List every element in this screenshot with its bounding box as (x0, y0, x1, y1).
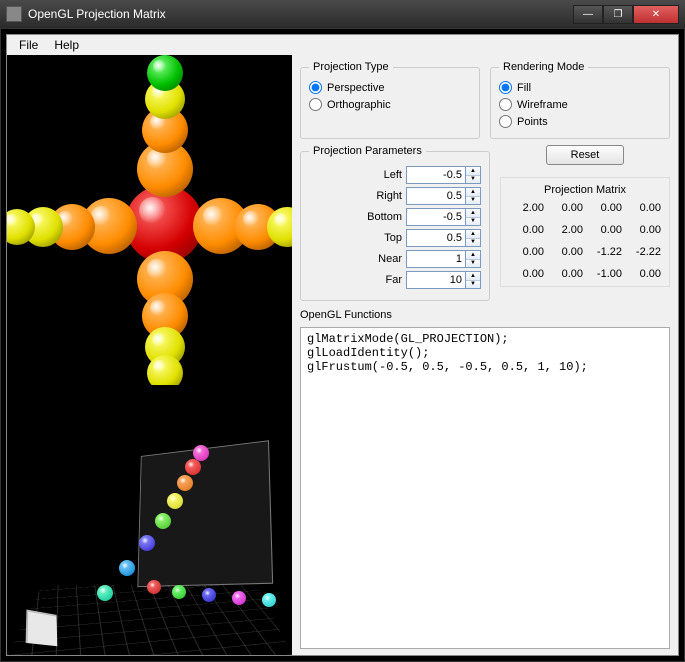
functions-text[interactable]: glMatrixMode(GL_PROJECTION); glLoadIdent… (300, 327, 670, 649)
spin-down-icon[interactable]: ▼ (466, 281, 480, 289)
rendering-mode-legend: Rendering Mode (499, 61, 588, 73)
corner-cube-icon (26, 609, 58, 646)
input-far[interactable] (406, 271, 466, 289)
spin-down-icon[interactable]: ▼ (466, 239, 480, 247)
functions-label: OpenGL Functions (300, 309, 670, 321)
input-bottom[interactable] (406, 208, 466, 226)
label-fill: Fill (517, 82, 531, 94)
label-top: Top (352, 232, 402, 244)
spin-up-icon[interactable]: ▲ (466, 167, 480, 176)
spin-up-icon[interactable]: ▲ (466, 188, 480, 197)
spin-up-icon[interactable]: ▲ (466, 251, 480, 260)
matrix-cell: 0.00 (587, 224, 622, 236)
matrix-title: Projection Matrix (503, 184, 667, 196)
radio-perspective[interactable] (309, 81, 322, 94)
projection-type-legend: Projection Type (309, 61, 393, 73)
matrix-cell: 2.00 (548, 224, 583, 236)
input-left[interactable] (406, 166, 466, 184)
titlebar: OpenGL Projection Matrix — ❐ ✕ (0, 0, 685, 28)
label-wireframe: Wireframe (517, 99, 568, 111)
input-top[interactable] (406, 229, 466, 247)
spin-down-icon[interactable]: ▼ (466, 197, 480, 205)
matrix-cell: 0.00 (548, 246, 583, 258)
spin-down-icon[interactable]: ▼ (466, 260, 480, 268)
radio-points[interactable] (499, 115, 512, 128)
close-button[interactable]: ✕ (633, 5, 679, 24)
label-points: Points (517, 116, 548, 128)
label-right: Right (352, 190, 402, 202)
label-far: Far (352, 274, 402, 286)
minimize-button[interactable]: — (573, 5, 603, 24)
spin-down-icon[interactable]: ▼ (466, 176, 480, 184)
projection-parameters-legend: Projection Parameters (309, 145, 426, 157)
spin-down-icon[interactable]: ▼ (466, 218, 480, 226)
radio-orthographic[interactable] (309, 98, 322, 111)
input-right[interactable] (406, 187, 466, 205)
viewport-projection[interactable] (7, 55, 292, 385)
window-title: OpenGL Projection Matrix (28, 7, 573, 21)
menu-bar: File Help (7, 35, 678, 55)
matrix-cell: 0.00 (509, 224, 544, 236)
spin-up-icon[interactable]: ▲ (466, 272, 480, 281)
spin-up-icon[interactable]: ▲ (466, 230, 480, 239)
radio-fill[interactable] (499, 81, 512, 94)
matrix-cell: 0.00 (587, 202, 622, 214)
viewport-scene[interactable] (7, 385, 292, 655)
label-perspective: Perspective (327, 82, 384, 94)
label-near: Near (352, 253, 402, 265)
label-left: Left (352, 169, 402, 181)
matrix-cell: 0.00 (626, 224, 661, 236)
label-bottom: Bottom (352, 211, 402, 223)
matrix-cell: 0.00 (509, 246, 544, 258)
app-icon (6, 6, 22, 22)
matrix-cell: 0.00 (626, 268, 661, 280)
rendering-mode-group: Rendering Mode Fill Wireframe Points (490, 61, 670, 139)
matrix-cell: 0.00 (548, 202, 583, 214)
spin-up-icon[interactable]: ▲ (466, 209, 480, 218)
menu-help[interactable]: Help (46, 36, 87, 54)
matrix-cell: 2.00 (509, 202, 544, 214)
matrix-cell: -1.22 (587, 246, 622, 258)
projection-type-group: Projection Type Perspective Orthographic (300, 61, 480, 139)
matrix-cell: 0.00 (626, 202, 661, 214)
reset-button[interactable]: Reset (546, 145, 624, 165)
maximize-button[interactable]: ❐ (603, 5, 633, 24)
matrix-cell: 0.00 (509, 268, 544, 280)
menu-file[interactable]: File (11, 36, 46, 54)
matrix-cell: -2.22 (626, 246, 661, 258)
label-orthographic: Orthographic (327, 99, 391, 111)
projection-matrix-box: Projection Matrix 2.000.000.000.000.002.… (500, 177, 670, 287)
matrix-cell: -1.00 (587, 268, 622, 280)
projection-parameters-group: Projection Parameters Left▲▼ Right▲▼ Bot… (300, 145, 490, 301)
input-near[interactable] (406, 250, 466, 268)
radio-wireframe[interactable] (499, 98, 512, 111)
matrix-grid: 2.00 0.00 0.00 0.00 0.00 2.00 0.00 0.00 0.00 0.00… (503, 202, 667, 280)
matrix-cell: 0.00 (548, 268, 583, 280)
